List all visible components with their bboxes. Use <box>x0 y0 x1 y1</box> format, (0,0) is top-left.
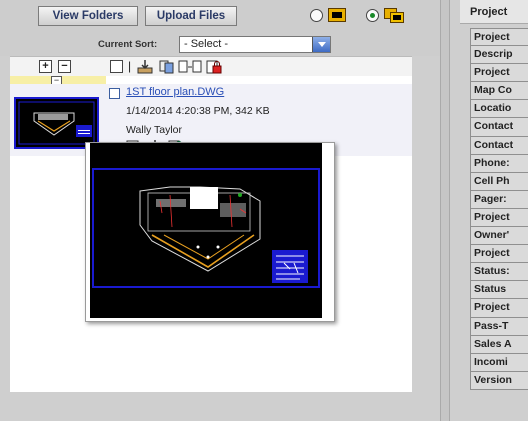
copy-icon[interactable] <box>159 60 175 77</box>
property-field-label: Project <box>470 299 528 318</box>
file-meta: 1/14/2014 4:20:38 PM, 342 KB <box>126 105 270 117</box>
select-all-checkbox[interactable] <box>110 60 123 73</box>
property-field-label: Version <box>470 371 528 390</box>
property-field-label: Project <box>470 64 528 83</box>
compare-icon[interactable] <box>178 60 202 77</box>
collapse-all-button[interactable]: − <box>58 60 71 73</box>
property-field-label: Pager: <box>470 190 528 209</box>
property-field-label: Pass-T <box>470 317 528 336</box>
sort-select[interactable]: - Select - <box>179 36 331 53</box>
property-field-label: Status <box>470 281 528 300</box>
upload-files-button[interactable]: Upload Files <box>145 6 237 26</box>
property-field-label: Owner' <box>470 227 528 246</box>
property-field-label: Sales A <box>470 335 528 354</box>
property-field-label: Cell Ph <box>470 172 528 191</box>
property-field-label: Map Co <box>470 82 528 101</box>
property-field-label: Phone: <box>470 154 528 173</box>
download-icon[interactable] <box>137 60 153 77</box>
thumbnail-view-icon[interactable] <box>328 8 346 25</box>
list-view-icon[interactable] <box>384 8 404 26</box>
file-browser-panel: View Folders Upload Files Current Sort: … <box>0 0 440 421</box>
property-field-label: Status: <box>470 263 528 282</box>
property-field-label: Project <box>470 245 528 264</box>
sort-selected-value: - Select - <box>184 38 229 50</box>
property-field-label: Project <box>470 28 528 47</box>
property-field-label: Descrip <box>470 46 528 65</box>
property-field-label: Project <box>470 208 528 228</box>
property-field-label: Locatio <box>470 100 528 119</box>
property-field-label: Contact <box>470 118 528 137</box>
drawing-preview-image <box>90 143 322 318</box>
project-properties-panel: Project Project Descrip Project Map Co Locat… <box>450 0 528 421</box>
lock-file-icon[interactable] <box>206 60 222 77</box>
list-view-radio[interactable] <box>366 9 379 22</box>
view-folders-button[interactable]: View Folders <box>38 6 138 26</box>
sort-label: Current Sort: <box>98 39 158 50</box>
file-name-link[interactable]: 1ST floor plan.DWG <box>126 86 224 98</box>
list-header: + − | <box>10 56 412 77</box>
properties-field-list: Project Descrip Project Map Co Locatio Contac… <box>470 28 528 390</box>
thumbnail-preview-popup <box>85 142 335 322</box>
top-toolbar: View Folders Upload Files <box>0 0 440 34</box>
header-separator: | <box>128 59 132 73</box>
thumbnail-view-radio[interactable] <box>310 9 323 22</box>
expand-all-button[interactable]: + <box>39 60 52 73</box>
left-footer <box>0 392 440 421</box>
sort-row: Current Sort: - Select - <box>0 34 440 56</box>
property-field-label: Contact <box>470 136 528 155</box>
chevron-down-icon[interactable] <box>312 37 330 52</box>
panel-splitter[interactable] <box>440 0 450 421</box>
file-owner: Wally Taylor <box>126 124 183 136</box>
file-select-checkbox[interactable] <box>109 88 120 99</box>
properties-header: Project <box>460 0 528 24</box>
property-field-label: Incomi <box>470 353 528 372</box>
